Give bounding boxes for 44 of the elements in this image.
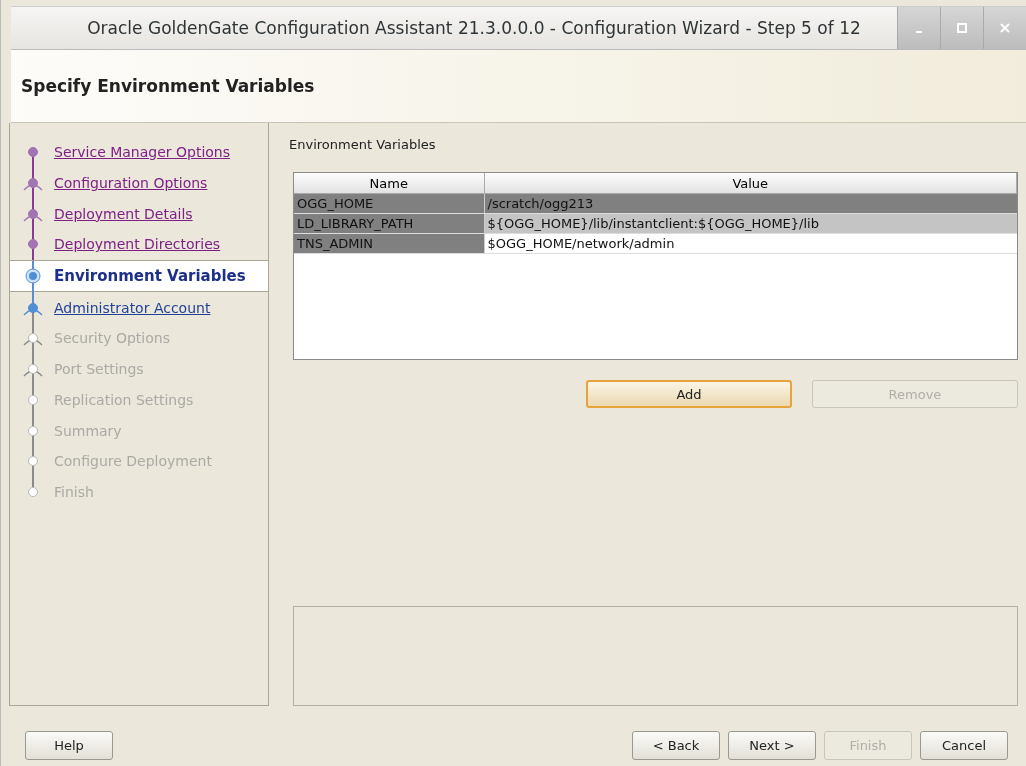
table-cell: LD_LIBRARY_PATH — [294, 213, 484, 234]
step-icon — [28, 147, 38, 158]
table-cell: $OGG_HOME/network/admin — [484, 233, 1017, 254]
step-icon — [22, 361, 44, 378]
step-icon — [25, 268, 41, 285]
close-icon — [1000, 23, 1010, 33]
minimize-icon — [916, 31, 922, 33]
wizard-step[interactable]: Environment Variables — [10, 259, 268, 293]
close-button[interactable] — [983, 7, 1026, 49]
wizard-step: Port Settings — [10, 353, 268, 385]
wizard-step[interactable]: Service Manager Options — [10, 137, 268, 168]
step-icon — [28, 486, 38, 497]
maximize-icon — [957, 23, 967, 33]
help-button[interactable]: Help — [25, 730, 113, 760]
table-cell: ${OGG_HOME}/lib/instantclient:${OGG_HOME}/lib — [484, 213, 1017, 234]
table-cell: TNS_ADMIN — [294, 233, 484, 254]
maximize-button[interactable] — [940, 7, 983, 49]
wizard-step[interactable]: Deployment Details — [10, 198, 268, 230]
wizard-step[interactable]: Deployment Directories — [10, 229, 268, 260]
wizard-step[interactable]: Configuration Options — [10, 167, 268, 199]
wizard-step: Summary — [10, 415, 268, 446]
table-cell: OGG_HOME — [294, 193, 484, 214]
wizard-button[interactable]: < Back — [632, 730, 720, 760]
step-icon — [28, 456, 38, 467]
table-cell: /scratch/ogg213 — [484, 193, 1017, 214]
minimize-button[interactable] — [897, 7, 940, 49]
wizard-step: Configure Deployment — [10, 445, 268, 477]
wizard-button[interactable]: Next > — [728, 730, 816, 760]
window-title: Oracle GoldenGate Configuration Assistant 21.3.0.0.0 - Configuration Wizard - Step 5 of 12 — [86, 18, 862, 38]
table-button[interactable]: Add — [586, 380, 792, 408]
section-label: Environment Variables — [289, 137, 437, 152]
wizard-step: Finish — [10, 476, 268, 508]
column-header[interactable]: Value — [484, 173, 1017, 194]
step-icon — [28, 239, 38, 250]
step-icon — [22, 330, 44, 347]
column-header[interactable]: Name — [294, 173, 484, 194]
step-icon — [22, 175, 44, 192]
wizard-button[interactable]: Cancel — [920, 730, 1008, 760]
wizard-step: Security Options — [10, 323, 268, 354]
wizard-step[interactable]: Administrator Account — [10, 292, 268, 324]
wizard-step: Replication Settings — [10, 384, 268, 416]
step-icon — [28, 394, 38, 405]
page-title: Specify Environment Variables — [21, 76, 315, 96]
step-icon — [28, 425, 38, 436]
